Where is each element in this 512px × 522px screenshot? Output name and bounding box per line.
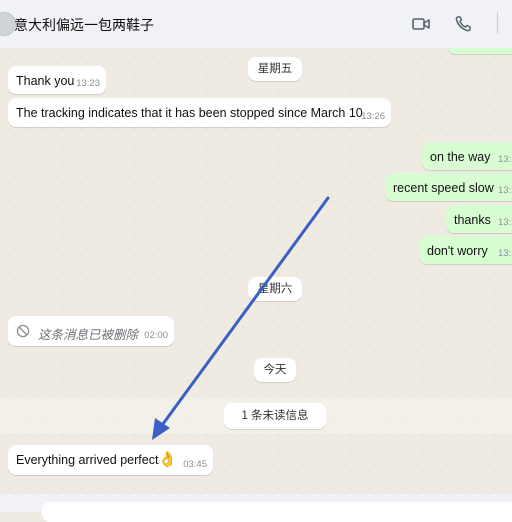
message-time: 13:2 bbox=[498, 217, 512, 228]
deleted-icon bbox=[16, 324, 30, 338]
message-bubble-out[interactable]: don't worry 13:2 bbox=[419, 236, 512, 264]
message-bubble-in[interactable]: Everything arrived perfect 👌 03:45 bbox=[8, 445, 213, 475]
date-separator: 星期五 bbox=[248, 57, 302, 81]
ok-hand-emoji: 👌 bbox=[158, 451, 177, 468]
message-bubble-partial bbox=[448, 48, 512, 54]
message-time: 13:2 bbox=[498, 185, 512, 196]
chat-header: 意大利偏远一包两鞋子 bbox=[0, 0, 512, 49]
message-text: thanks bbox=[454, 213, 491, 227]
contact-name[interactable]: 意大利偏远一包两鞋子 bbox=[14, 15, 154, 35]
video-call-icon[interactable] bbox=[410, 13, 432, 35]
date-separator: 今天 bbox=[254, 358, 296, 382]
message-text: 这条消息已被删除 bbox=[38, 328, 139, 342]
message-time: 13:26 bbox=[361, 111, 385, 122]
message-bubble-in[interactable]: Thank you 13:23 bbox=[8, 66, 106, 94]
header-divider bbox=[497, 12, 498, 34]
message-bubble-out[interactable]: recent speed slow 13:2 bbox=[385, 173, 512, 201]
message-bubble-out[interactable]: thanks 13:2 bbox=[446, 205, 512, 233]
message-time: 13:2 bbox=[498, 154, 512, 165]
composer-bar bbox=[0, 494, 512, 522]
message-input[interactable] bbox=[42, 502, 512, 522]
message-list[interactable]: 星期五 Thank you 13:23 The tracking indicat… bbox=[0, 48, 512, 494]
message-text: Thank you bbox=[16, 74, 75, 88]
message-time: 03:45 bbox=[183, 459, 207, 470]
unread-notice: 1 条未读信息 bbox=[224, 403, 326, 429]
message-text: The tracking indicates that it has been … bbox=[16, 106, 363, 120]
message-text: recent speed slow bbox=[393, 181, 494, 195]
message-bubble-in[interactable]: The tracking indicates that it has been … bbox=[8, 98, 391, 127]
message-bubble-out[interactable]: on the way 13:2 bbox=[422, 142, 512, 170]
message-text: on the way bbox=[430, 150, 491, 164]
message-time: 13:23 bbox=[76, 78, 100, 89]
message-time: 13:2 bbox=[498, 248, 512, 259]
date-separator: 星期六 bbox=[248, 277, 302, 301]
message-text: Everything arrived perfect bbox=[16, 453, 159, 467]
message-bubble-deleted[interactable]: 这条消息已被删除 02:00 bbox=[8, 316, 174, 346]
message-text: don't worry bbox=[427, 244, 488, 258]
message-time: 02:00 bbox=[144, 330, 168, 341]
voice-call-icon[interactable] bbox=[452, 13, 474, 35]
